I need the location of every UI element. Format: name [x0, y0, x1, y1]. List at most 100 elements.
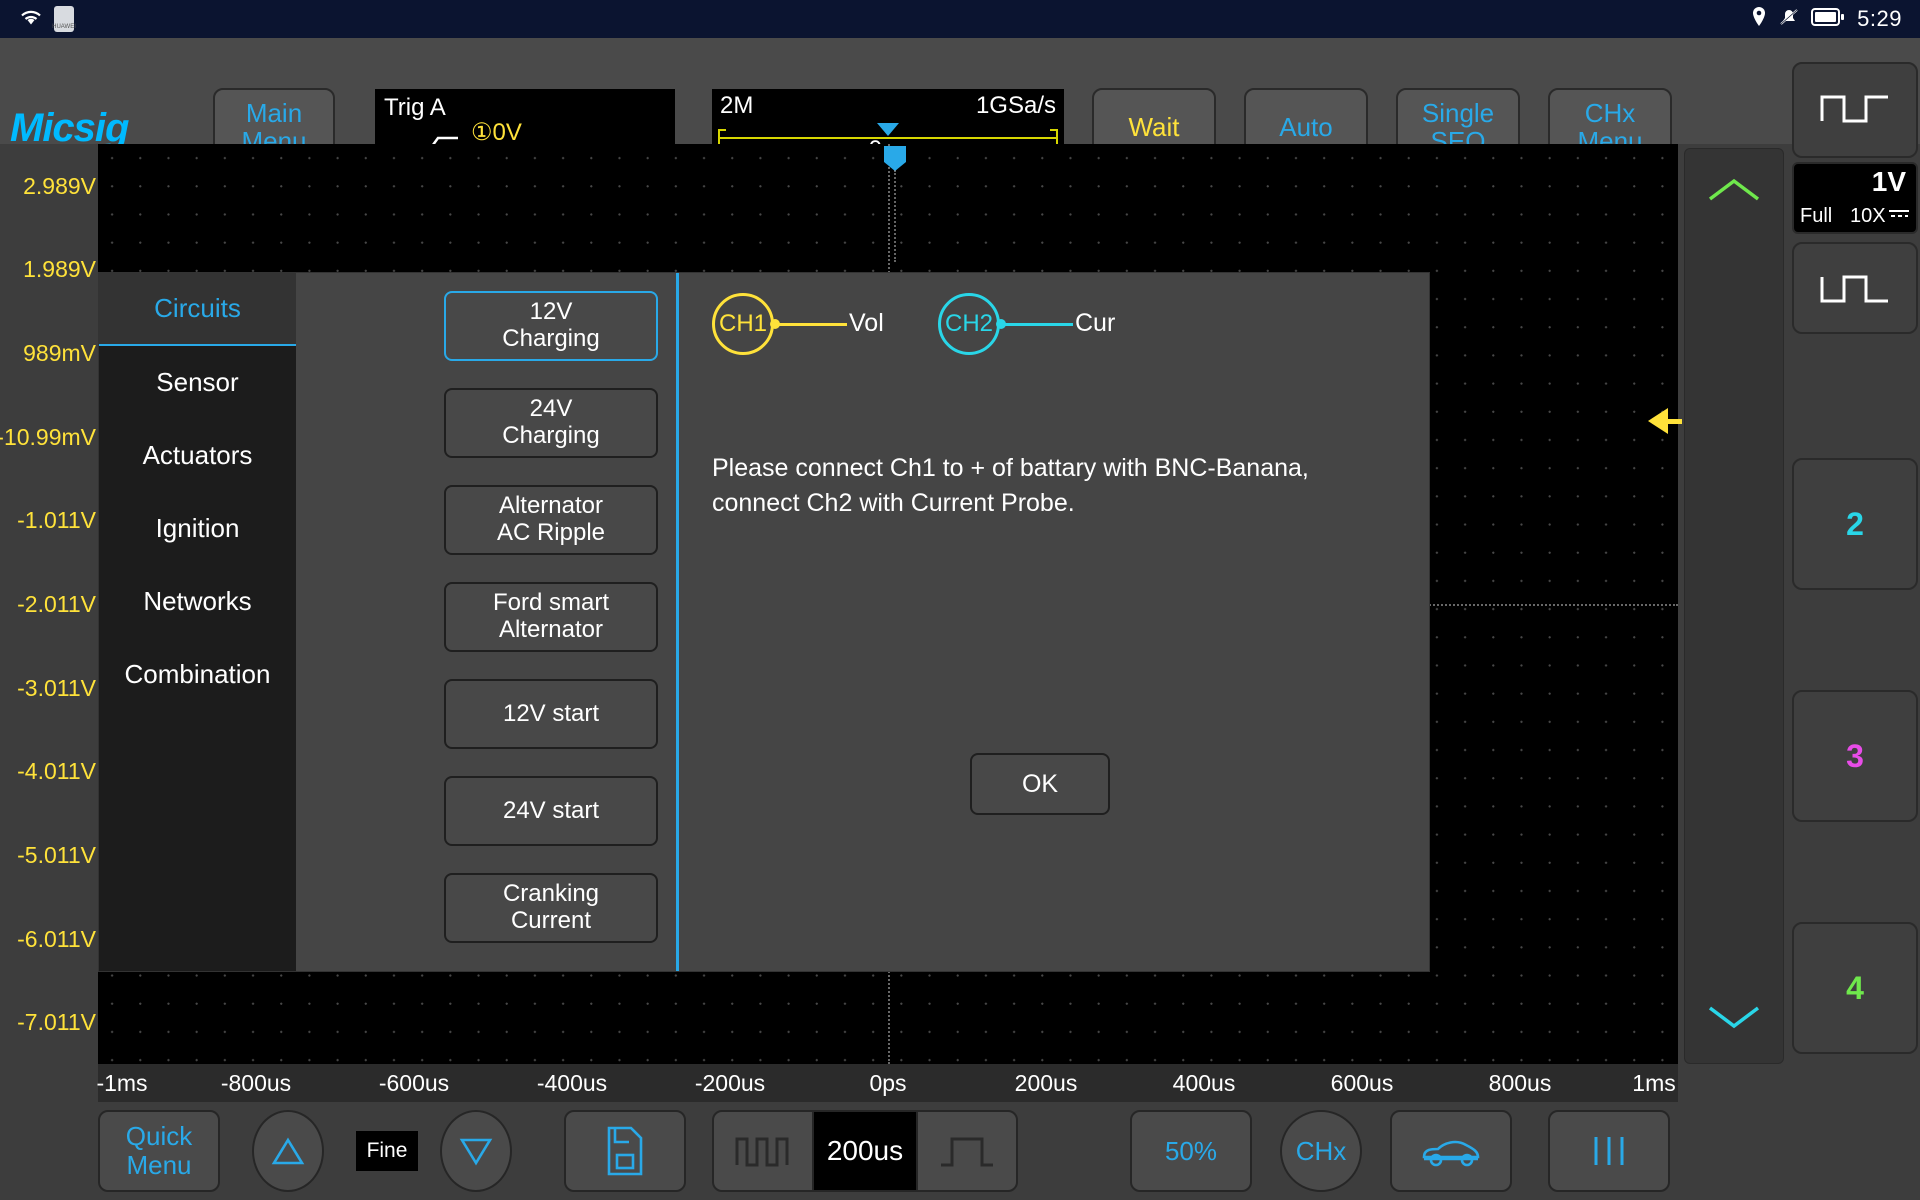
chevron-down-icon[interactable]	[1706, 1002, 1762, 1037]
circuit-item-button[interactable]: 24V Charging	[444, 388, 658, 458]
channel-button-2[interactable]: 2	[1792, 458, 1918, 590]
time-axis-label: 400us	[1172, 1070, 1236, 1096]
voltage-axis-label: 1.989V	[23, 256, 96, 283]
auto-test-dialog: Circuits Sensor Actuators Ignition Networks C…	[98, 272, 1430, 972]
timebase-value[interactable]: 200us	[814, 1110, 916, 1192]
time-axis-label: 1ms	[1632, 1070, 1676, 1096]
timebase-decrease-button[interactable]	[712, 1110, 814, 1192]
voltage-axis-label: -2.011V	[17, 591, 96, 617]
voltage-axis-label: -4.011V	[17, 758, 96, 785]
save-file-icon	[607, 1126, 643, 1176]
probe-ratio-label: 10X	[1850, 205, 1886, 227]
quick-menu-button[interactable]: Quick Menu	[98, 1110, 220, 1192]
waveform-scroll-column[interactable]	[1684, 148, 1784, 1064]
location-pin-icon	[1751, 6, 1767, 33]
time-axis-label: -400us	[536, 1070, 608, 1096]
dc-coupling-icon	[1888, 207, 1910, 222]
voltage-axis-label: -7.011V	[17, 1009, 96, 1036]
time-axis-label: 800us	[1488, 1070, 1552, 1096]
dialog-category-label: Circuits	[154, 293, 241, 323]
circuit-item-label-line2: Alternator	[498, 616, 604, 643]
sim-card-icon: HUAWEI	[52, 6, 76, 32]
time-axis-label: 0ps	[869, 1070, 907, 1096]
ch1-node-label: CH1	[718, 310, 767, 337]
ch2-signal-label: Cur	[1075, 309, 1116, 337]
channel-3-label: 3	[1846, 737, 1864, 774]
dialog-category-label: Sensor	[156, 367, 239, 397]
ch1-node: CH1	[712, 293, 774, 355]
bell-muted-icon	[1779, 6, 1799, 33]
ok-button[interactable]: OK	[970, 753, 1110, 815]
measure-bars-button[interactable]	[1548, 1110, 1670, 1192]
circuit-item-button[interactable]: 12V start	[444, 679, 658, 749]
decrease-button[interactable]	[440, 1110, 512, 1192]
fine-adjust-toggle[interactable]: Fine	[356, 1131, 418, 1171]
ch1-signal-label: Vol	[849, 309, 884, 337]
dialog-category-sensor[interactable]: Sensor	[99, 346, 296, 419]
voltage-axis-label: 989mV	[23, 340, 96, 367]
voltage-axis-label: -5.011V	[17, 841, 96, 868]
pulse-low-icon	[1820, 275, 1888, 303]
single-seq-label-line1: Single	[1421, 97, 1495, 128]
connection-instruction-text: Please connect Ch1 to + of battary with …	[712, 454, 1309, 517]
trigger-label: Trig A	[384, 94, 446, 121]
android-status-bar: HUAWEI 5:29	[0, 0, 1920, 38]
increase-button[interactable]	[252, 1110, 324, 1192]
dialog-category-combination[interactable]: Combination	[99, 638, 296, 711]
wifi-icon	[18, 6, 44, 33]
dialog-category-label: Actuators	[142, 440, 253, 470]
volts-per-div-value: 1V	[1871, 166, 1906, 197]
car-icon	[1422, 1140, 1480, 1167]
time-axis-label: 600us	[1330, 1070, 1394, 1096]
chx-select-button[interactable]: CHx	[1280, 1110, 1362, 1192]
circuit-item-label-line2: AC Ripple	[496, 519, 606, 546]
channel-info-box[interactable]: 1V Full 10X	[1792, 162, 1918, 234]
circuit-item-button[interactable]: Alternator AC Ripple	[444, 485, 658, 555]
timebase-decrease-icon	[735, 1137, 789, 1167]
circuit-item-label-line1: 12V	[529, 298, 573, 326]
ch2-node: CH2	[938, 293, 1000, 355]
ch2-wire	[1001, 322, 1073, 326]
bandwidth-label: Full	[1800, 205, 1833, 227]
circuit-item-label-line1: Cranking	[502, 880, 600, 908]
circuit-item-label-line1: Alternator	[498, 492, 604, 520]
dialog-category-sidebar: Circuits Sensor Actuators Ignition Networks C…	[99, 273, 296, 971]
time-axis-label: -600us	[378, 1070, 450, 1096]
circuit-item-button[interactable]: 12V Charging	[444, 291, 658, 361]
circuit-item-button[interactable]: Cranking Current	[444, 873, 658, 943]
pulse-low-icon-button[interactable]	[1792, 242, 1918, 334]
channel-2-label: 2	[1846, 505, 1864, 542]
dialog-category-label: Networks	[143, 586, 252, 616]
circuit-item-button[interactable]: Ford smart Alternator	[444, 582, 658, 652]
dialog-category-networks[interactable]: Networks	[99, 565, 296, 638]
time-axis-label: 200us	[1014, 1070, 1078, 1096]
dialog-category-actuators[interactable]: Actuators	[99, 419, 296, 492]
status-bar-clock: 5:29	[1857, 6, 1902, 31]
dialog-category-ignition[interactable]: Ignition	[99, 492, 296, 565]
timebase-increase-button[interactable]	[916, 1110, 1018, 1192]
trigger-position-line	[894, 170, 896, 262]
dialog-category-circuits[interactable]: Circuits	[99, 273, 296, 346]
circuit-item-label-line2: Charging	[502, 325, 600, 352]
save-button[interactable]	[564, 1110, 686, 1192]
automotive-mode-button[interactable]	[1390, 1110, 1512, 1192]
chevron-up-icon[interactable]	[1706, 175, 1762, 210]
circuit-item-button[interactable]: 24V start	[444, 776, 658, 846]
ch1-wire	[775, 322, 847, 326]
time-axis: -1ms -800us -600us -400us -200us 0ps 200us 400u…	[96, 1064, 1678, 1102]
voltage-axis-label: -3.011V	[17, 674, 96, 701]
bottom-toolbar: Quick Menu Fine 200us 50% CHx	[0, 1102, 1920, 1200]
channel-4-label: 4	[1846, 969, 1864, 1006]
memory-depth-label: 2M	[720, 92, 754, 119]
time-axis-label: -800us	[220, 1070, 292, 1096]
channel-button-3[interactable]: 3	[1792, 690, 1918, 822]
circuit-item-label-line1: 24V	[529, 395, 573, 423]
trigger-level-50-percent-button[interactable]: 50%	[1130, 1110, 1252, 1192]
trigger-position-marker	[877, 123, 899, 136]
voltage-axis: 2.989V 1.989V 989mV -10.99mV -1.011V -2.011V -…	[0, 144, 98, 1064]
sample-rate-label: 1GSa/s	[975, 92, 1056, 119]
pulse-high-icon-button[interactable]	[1792, 62, 1918, 158]
voltage-axis-label: -1.011V	[17, 507, 96, 534]
channel-button-4[interactable]: 4	[1792, 922, 1918, 1054]
trigger-position-flag[interactable]	[884, 146, 906, 171]
